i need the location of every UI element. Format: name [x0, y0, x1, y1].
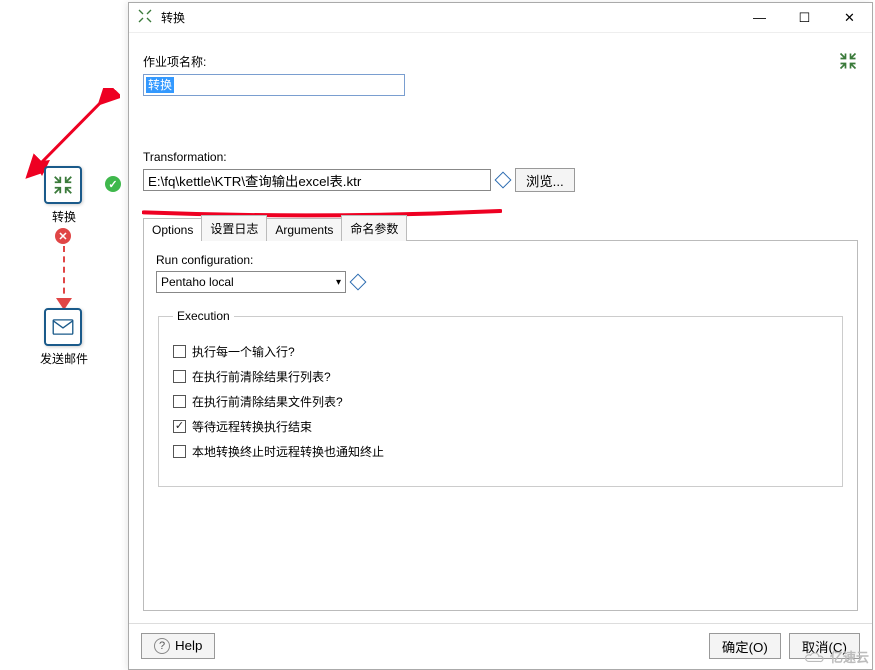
job-canvas[interactable]: 转换 ✓ ✕ 发送邮件: [0, 0, 128, 670]
cloud-icon: [804, 650, 826, 664]
mail-icon: [52, 319, 74, 335]
tab-logging[interactable]: 设置日志: [201, 215, 267, 241]
tab-named-params[interactable]: 命名参数: [341, 215, 407, 241]
variable-icon[interactable]: [350, 274, 367, 291]
close-button[interactable]: ✕: [827, 3, 872, 33]
checkbox-label: 在执行前清除结果行列表?: [192, 368, 331, 385]
chevron-down-icon: ▾: [336, 277, 341, 288]
checkbox-clear-result-files[interactable]: [173, 395, 186, 408]
run-config-label: Run configuration:: [156, 253, 845, 267]
help-icon: ?: [154, 638, 170, 654]
transformation-path-input[interactable]: [143, 169, 491, 191]
node-transform[interactable]: [44, 166, 82, 204]
titlebar: 转换 — ☐ ✕: [129, 3, 872, 33]
checkbox-label: 执行每一个输入行?: [192, 343, 295, 360]
execution-group: Execution 执行每一个输入行? 在执行前清除结果行列表? 在执行前清除结…: [158, 309, 843, 487]
browse-button[interactable]: 浏览...: [515, 168, 575, 192]
checkbox-wait-remote[interactable]: [173, 420, 186, 433]
tab-options[interactable]: Options: [143, 218, 202, 241]
ok-button[interactable]: 确定(O): [709, 633, 781, 659]
connection-line: [63, 246, 65, 304]
transform-dialog: 转换 — ☐ ✕ 作业项名称: 转换 /* selection above re…: [128, 2, 873, 670]
help-label: Help: [175, 638, 202, 653]
button-bar: ? Help 确定(O) 取消(C): [129, 623, 872, 667]
collapse-panel-icon[interactable]: [838, 51, 858, 76]
dialog-title: 转换: [161, 9, 185, 26]
run-config-select[interactable]: Pentaho local ▾: [156, 271, 346, 293]
node-mail[interactable]: [44, 308, 82, 346]
node-transform-label: 转换: [24, 208, 104, 225]
checkbox-abort-remote[interactable]: [173, 445, 186, 458]
checkbox-clear-result-rows[interactable]: [173, 370, 186, 383]
collapse-icon: [52, 174, 74, 196]
checkbox-label: 在执行前清除结果文件列表?: [192, 393, 343, 410]
status-fail-icon: ✕: [55, 228, 71, 244]
checkbox-exec-each-row[interactable]: [173, 345, 186, 358]
help-button[interactable]: ? Help: [141, 633, 215, 659]
transformation-label: Transformation:: [143, 150, 858, 164]
app-icon: [137, 8, 153, 27]
checkbox-label: 本地转换终止时远程转换也通知终止: [192, 443, 384, 460]
checkbox-label: 等待远程转换执行结束: [192, 418, 312, 435]
watermark: 亿速云: [804, 647, 869, 666]
status-success-icon: ✓: [105, 176, 121, 192]
execution-legend: Execution: [173, 309, 234, 323]
tab-panel-options: Run configuration: Pentaho local ▾ Execu…: [143, 241, 858, 611]
tab-arguments[interactable]: Arguments: [266, 218, 342, 241]
run-config-value: Pentaho local: [161, 275, 234, 289]
variable-icon[interactable]: [495, 172, 512, 189]
minimize-button[interactable]: —: [737, 3, 782, 33]
job-name-label: 作业项名称:: [143, 53, 858, 70]
node-mail-label: 发送邮件: [24, 350, 104, 367]
maximize-button[interactable]: ☐: [782, 3, 827, 33]
job-name-input[interactable]: [143, 74, 405, 96]
